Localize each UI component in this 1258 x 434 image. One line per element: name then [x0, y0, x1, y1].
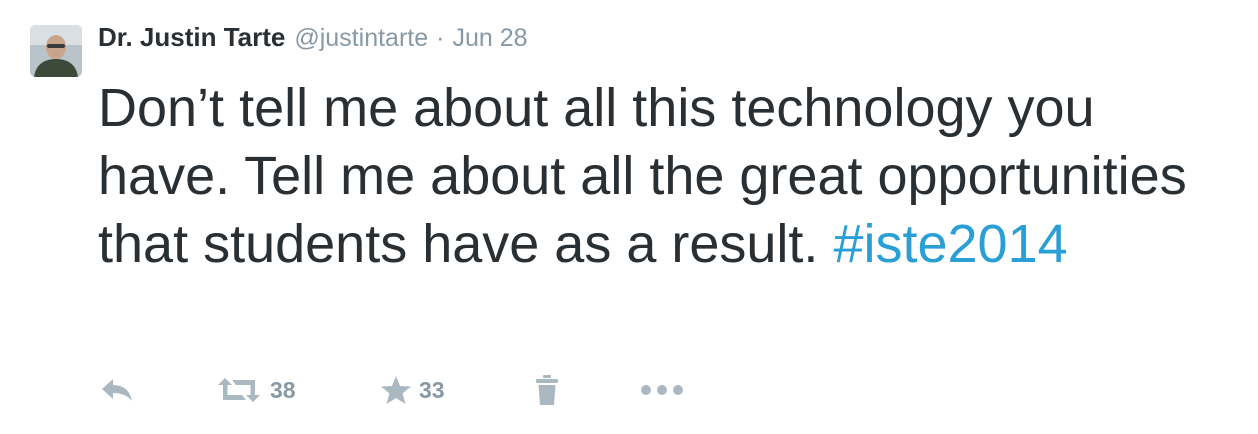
tweet-text: Don’t tell me about all this technology …	[98, 74, 1218, 278]
favorite-button[interactable]: 33	[380, 375, 535, 405]
avatar[interactable]	[30, 25, 82, 77]
reply-icon	[102, 379, 132, 401]
tweet-card: Dr. Justin Tarte @justintarte · Jun 28 D…	[0, 0, 1258, 434]
star-icon	[381, 376, 411, 404]
tweet-actions: 38 33	[100, 368, 684, 412]
header-separator: ·	[436, 24, 445, 52]
tweet-header: Dr. Justin Tarte @justintarte · Jun 28	[98, 22, 528, 58]
reply-button[interactable]	[100, 377, 215, 403]
more-button[interactable]	[640, 384, 684, 396]
retweet-count: 38	[270, 376, 296, 403]
favorite-count: 33	[419, 376, 445, 403]
avatar-image	[30, 25, 82, 77]
hashtag-link[interactable]: #iste2014	[833, 214, 1067, 274]
tweet-date[interactable]: Jun 28	[452, 24, 527, 53]
author-handle[interactable]: @justintarte	[294, 24, 428, 53]
delete-button[interactable]	[535, 374, 640, 406]
trash-icon	[536, 375, 558, 405]
ellipsis-icon	[641, 385, 683, 395]
retweet-icon	[218, 378, 260, 402]
retweet-button[interactable]: 38	[215, 376, 380, 404]
author-name[interactable]: Dr. Justin Tarte	[98, 22, 285, 53]
